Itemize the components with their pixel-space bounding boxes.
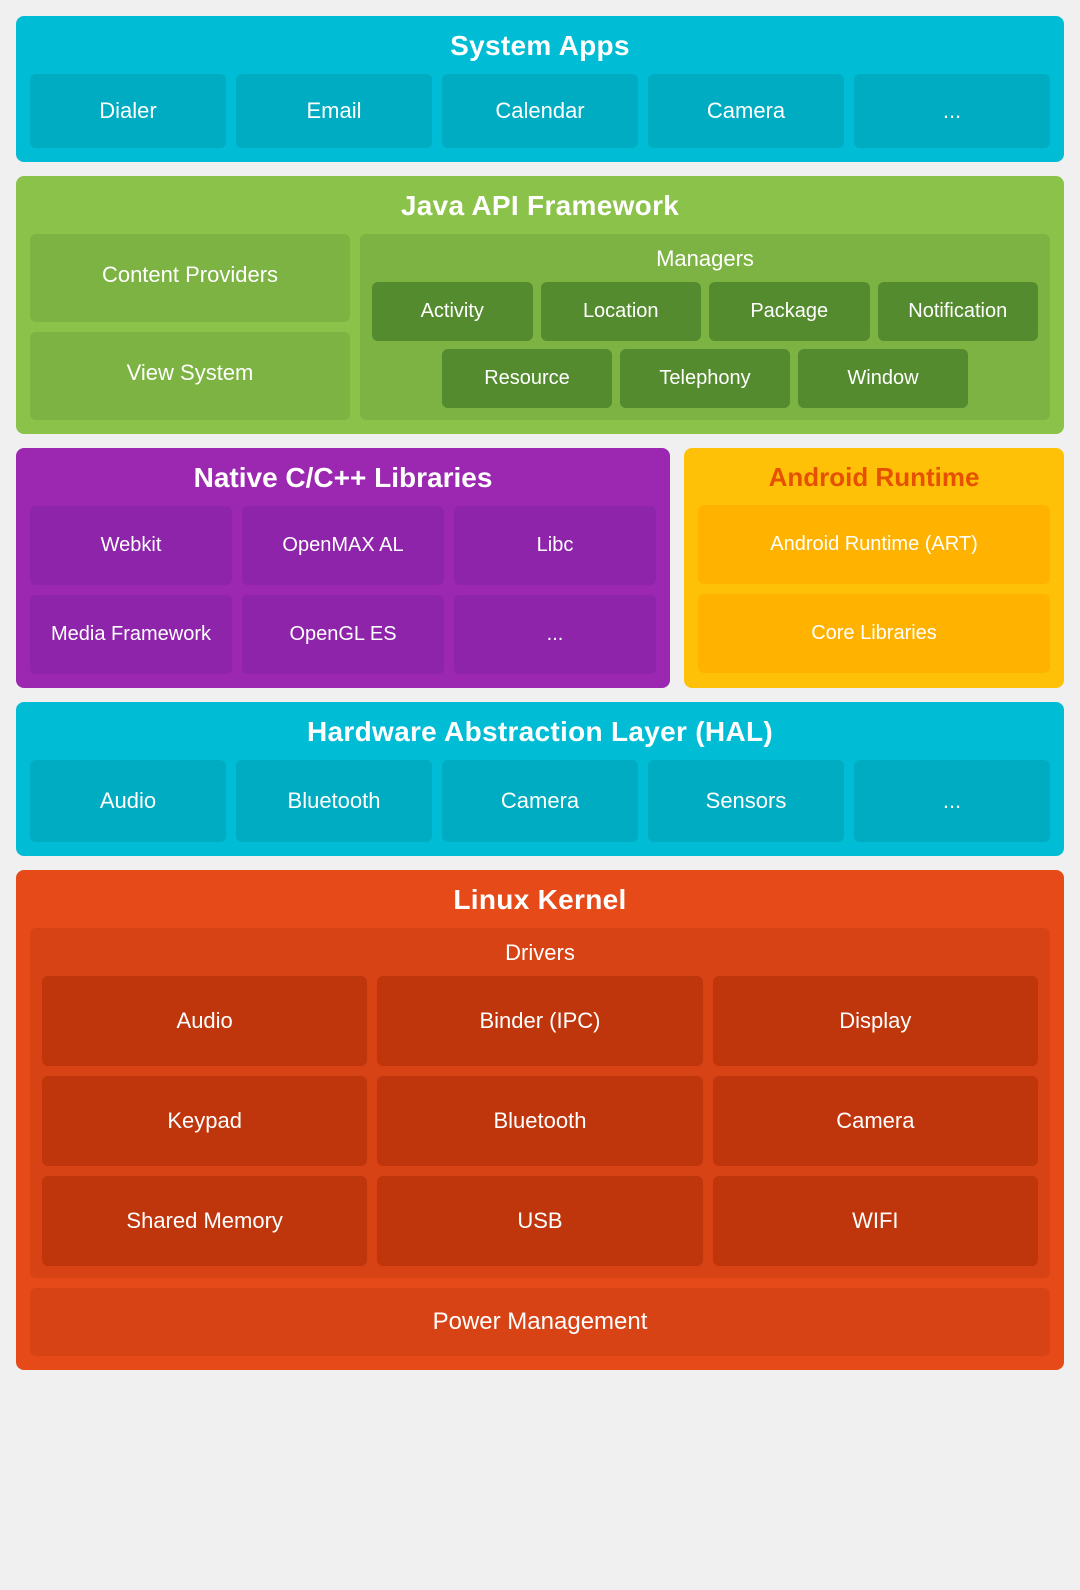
android-runtime-layer: Android Runtime Android Runtime (ART) Co… [684,448,1064,688]
runtime-art[interactable]: Android Runtime (ART) [698,505,1050,584]
driver-audio[interactable]: Audio [42,976,367,1066]
native-libc[interactable]: Libc [454,506,656,585]
app-camera[interactable]: Camera [648,74,844,148]
native-more[interactable]: ... [454,595,656,674]
hal-sensors[interactable]: Sensors [648,760,844,842]
native-grid: Webkit OpenMAX AL Libc Media Framework O… [30,506,656,674]
managers-grid-row1: Activity Location Package Notification [372,282,1038,341]
hal-audio[interactable]: Audio [30,760,226,842]
driver-wifi[interactable]: WIFI [713,1176,1038,1266]
linux-kernel-layer: Linux Kernel Drivers Audio Binder (IPC) … [16,870,1064,1370]
driver-shared-memory[interactable]: Shared Memory [42,1176,367,1266]
java-api-left: Content Providers View System [30,234,350,420]
native-libs-title: Native C/C++ Libraries [30,462,656,494]
content-providers[interactable]: Content Providers [30,234,350,322]
system-apps-layer: System Apps Dialer Email Calendar Camera… [16,16,1064,162]
driver-camera[interactable]: Camera [713,1076,1038,1166]
manager-package[interactable]: Package [709,282,870,341]
hal-grid: Audio Bluetooth Camera Sensors ... [30,760,1050,842]
app-dialer[interactable]: Dialer [30,74,226,148]
drivers-grid: Audio Binder (IPC) Display Keypad Blueto… [42,976,1038,1266]
managers-box: Managers Activity Location Package Notif… [360,234,1050,420]
native-runtime-row: Native C/C++ Libraries Webkit OpenMAX AL… [16,448,1064,688]
manager-activity[interactable]: Activity [372,282,533,341]
system-apps-grid: Dialer Email Calendar Camera ... [30,74,1050,148]
runtime-grid: Android Runtime (ART) Core Libraries [698,505,1050,673]
native-webkit[interactable]: Webkit [30,506,232,585]
native-media-framework[interactable]: Media Framework [30,595,232,674]
app-calendar[interactable]: Calendar [442,74,638,148]
driver-usb[interactable]: USB [377,1176,702,1266]
hal-layer: Hardware Abstraction Layer (HAL) Audio B… [16,702,1064,856]
java-api-title: Java API Framework [30,190,1050,222]
manager-telephony[interactable]: Telephony [620,349,790,408]
app-email[interactable]: Email [236,74,432,148]
managers-grid-row2: Resource Telephony Window [372,349,1038,408]
manager-notification[interactable]: Notification [878,282,1039,341]
native-opengl[interactable]: OpenGL ES [242,595,444,674]
driver-keypad[interactable]: Keypad [42,1076,367,1166]
hal-bluetooth[interactable]: Bluetooth [236,760,432,842]
java-api-layer: Java API Framework Content Providers Vie… [16,176,1064,434]
drivers-box: Drivers Audio Binder (IPC) Display Keypa… [30,928,1050,1278]
view-system[interactable]: View System [30,332,350,420]
manager-window[interactable]: Window [798,349,968,408]
drivers-title: Drivers [42,940,1038,966]
native-openmax[interactable]: OpenMAX AL [242,506,444,585]
hal-more[interactable]: ... [854,760,1050,842]
driver-bluetooth[interactable]: Bluetooth [377,1076,702,1166]
android-runtime-title: Android Runtime [698,462,1050,493]
native-libs-layer: Native C/C++ Libraries Webkit OpenMAX AL… [16,448,670,688]
driver-binder[interactable]: Binder (IPC) [377,976,702,1066]
managers-title: Managers [372,246,1038,272]
app-more[interactable]: ... [854,74,1050,148]
linux-kernel-title: Linux Kernel [30,884,1050,916]
driver-display[interactable]: Display [713,976,1038,1066]
hal-title: Hardware Abstraction Layer (HAL) [30,716,1050,748]
manager-location[interactable]: Location [541,282,702,341]
hal-camera[interactable]: Camera [442,760,638,842]
manager-resource[interactable]: Resource [442,349,612,408]
runtime-core-libraries[interactable]: Core Libraries [698,594,1050,673]
power-management: Power Management [30,1288,1050,1356]
system-apps-title: System Apps [30,30,1050,62]
java-api-inner: Content Providers View System Managers A… [30,234,1050,420]
